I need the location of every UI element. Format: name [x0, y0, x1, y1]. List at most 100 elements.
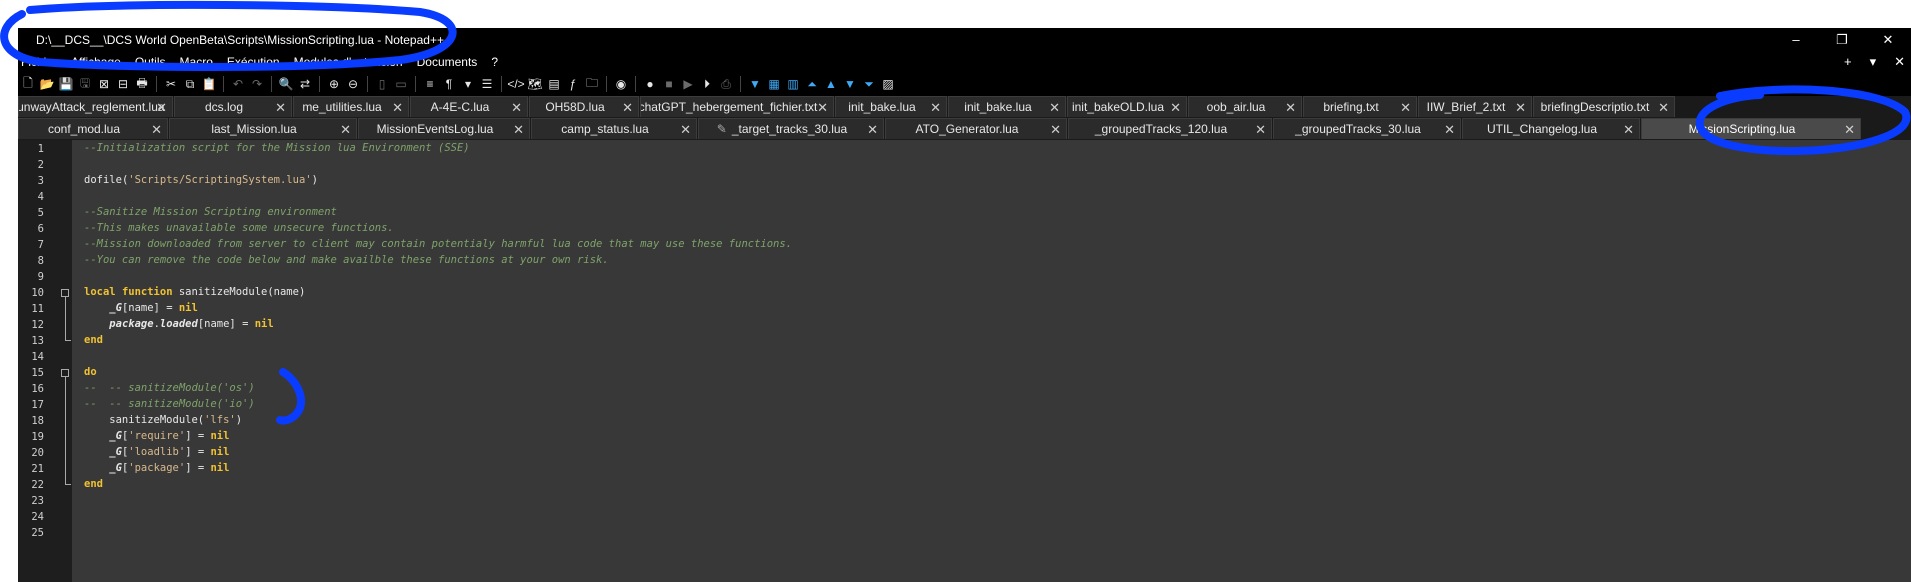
- code-line[interactable]: _G['loadlib'] = nil: [84, 444, 792, 460]
- menu-item[interactable]: Outils: [135, 55, 166, 69]
- minimize-button[interactable]: –: [1773, 28, 1819, 52]
- close-tab-icon[interactable]: ✕: [513, 122, 524, 138]
- file-tab[interactable]: chatGPT_hebergement_fichier.txt ✕: [640, 96, 834, 117]
- doc-list-icon[interactable]: ▤: [546, 76, 562, 92]
- file-tab[interactable]: A-4E-C.lua ✕: [410, 96, 528, 117]
- paste-icon[interactable]: 📋: [201, 76, 217, 92]
- close-tab-icon[interactable]: ✕: [151, 122, 162, 138]
- code-line[interactable]: --Mission downloaded from server to clie…: [84, 236, 792, 252]
- code-line[interactable]: _G[name] = nil: [84, 300, 792, 316]
- code-line[interactable]: [84, 268, 792, 284]
- undo-icon[interactable]: ↶: [230, 76, 246, 92]
- menu-item[interactable]: Affichage: [71, 55, 121, 69]
- code-line[interactable]: [84, 524, 792, 540]
- print-icon[interactable]: 🖶: [134, 76, 150, 92]
- close-tab-icon[interactable]: ✕: [680, 122, 691, 138]
- close-tab-icon[interactable]: ✕: [275, 100, 286, 116]
- doc-map-icon[interactable]: 🗺: [527, 76, 543, 92]
- record-macro-icon[interactable]: ●: [642, 76, 658, 92]
- code-line[interactable]: [84, 348, 792, 364]
- save-icon[interactable]: 💾: [58, 76, 74, 92]
- code-line[interactable]: [84, 508, 792, 524]
- new-tab-button[interactable]: +: [1844, 54, 1852, 70]
- file-tab[interactable]: IIW_Brief_2.txt ✕: [1418, 96, 1532, 117]
- file-tab[interactable]: ATO_Generator.lua ✕: [885, 118, 1067, 139]
- indent-icon[interactable]: ☰: [479, 76, 495, 92]
- menu-item[interactable]: Fichier: [21, 55, 57, 69]
- close-tab-icon[interactable]: ✕: [622, 100, 633, 116]
- new-file-icon[interactable]: 🗋: [20, 76, 36, 92]
- code-line[interactable]: --Sanitize Mission Scripting environment: [84, 204, 792, 220]
- code-line[interactable]: --Initialization script for the Mission …: [84, 140, 792, 156]
- code-line[interactable]: package.loaded[name] = nil: [84, 316, 792, 332]
- fold-margin[interactable]: [58, 140, 72, 582]
- last-diff-icon[interactable]: ⏷: [861, 76, 877, 92]
- tab-list-button[interactable]: ▾: [1870, 54, 1877, 70]
- find-icon[interactable]: 🔍: [278, 76, 294, 92]
- folder-workspace-icon[interactable]: 🗀: [584, 76, 600, 92]
- code-line[interactable]: [84, 492, 792, 508]
- file-tab[interactable]: init_bake.lua ✕: [835, 96, 947, 117]
- file-tab[interactable]: oob_air.lua ✕: [1188, 96, 1302, 117]
- code-line[interactable]: sanitizeModule('lfs'): [84, 412, 792, 428]
- close-doc-button[interactable]: ✕: [1894, 54, 1905, 70]
- file-tab[interactable]: init_bakeOLD.lua ✕: [1067, 96, 1187, 117]
- function-list-icon[interactable]: ƒ: [565, 76, 581, 92]
- close-file-icon[interactable]: ⊠: [96, 76, 112, 92]
- menu-item[interactable]: Documents: [417, 55, 478, 69]
- bookmark-icon[interactable]: ▼: [747, 76, 763, 92]
- file-tab[interactable]: RunwayAttack_reglement.lua ✕: [18, 96, 173, 117]
- file-tab[interactable]: ✎ _target_tracks_30.lua ✕: [698, 118, 884, 139]
- sync-horizontal-icon[interactable]: ▭: [393, 76, 409, 92]
- show-all-chars-icon[interactable]: ¶: [441, 76, 457, 92]
- close-tab-icon[interactable]: ✕: [1658, 100, 1669, 116]
- stop-macro-icon[interactable]: ■: [661, 76, 677, 92]
- close-tab-icon[interactable]: ✕: [1515, 100, 1526, 116]
- file-tab[interactable]: dcs.log ✕: [174, 96, 292, 117]
- close-tab-icon[interactable]: ✕: [1255, 122, 1266, 138]
- code-area[interactable]: --Initialization script for the Mission …: [84, 140, 792, 540]
- play-macro-icon[interactable]: ▶: [680, 76, 696, 92]
- copy-icon[interactable]: ⧉: [182, 76, 198, 92]
- code-line[interactable]: end: [84, 332, 792, 348]
- close-all-icon[interactable]: ⊟: [115, 76, 131, 92]
- diff-nav-icon[interactable]: ▨: [880, 76, 896, 92]
- file-tab[interactable]: conf_mod.lua ✕: [18, 118, 168, 139]
- close-tab-icon[interactable]: ✕: [1400, 100, 1411, 116]
- menu-item[interactable]: Macro: [180, 55, 213, 69]
- close-tab-icon[interactable]: ✕: [392, 100, 403, 116]
- next-diff-icon[interactable]: ▼: [842, 76, 858, 92]
- word-wrap-icon[interactable]: ≡: [422, 76, 438, 92]
- close-tab-icon[interactable]: ✕: [1050, 122, 1061, 138]
- save-all-icon[interactable]: 🖫: [77, 76, 93, 92]
- fold-toggle-icon[interactable]: [61, 289, 69, 297]
- code-line[interactable]: do: [84, 364, 792, 380]
- code-line[interactable]: local function sanitizeModule(name): [84, 284, 792, 300]
- file-tab[interactable]: me_utilities.lua ✕: [293, 96, 409, 117]
- monitoring-icon[interactable]: ◉: [613, 76, 629, 92]
- file-tab[interactable]: last_Mission.lua ✕: [169, 118, 357, 139]
- code-line[interactable]: [84, 156, 792, 172]
- prev-diff-icon[interactable]: ▲: [823, 76, 839, 92]
- file-tab[interactable]: _groupedTracks_120.lua ✕: [1068, 118, 1272, 139]
- close-tab-icon[interactable]: ✕: [156, 100, 167, 116]
- replace-icon[interactable]: ⇄: [297, 76, 313, 92]
- close-tab-icon[interactable]: ✕: [1444, 122, 1455, 138]
- file-tab[interactable]: MissionScripting.lua ✕: [1641, 118, 1861, 139]
- file-tab[interactable]: UTIL_Changelog.lua ✕: [1462, 118, 1640, 139]
- sync-vertical-icon[interactable]: ▯: [374, 76, 390, 92]
- open-file-icon[interactable]: 📂: [39, 76, 55, 92]
- first-diff-icon[interactable]: ⏶: [804, 76, 820, 92]
- redo-icon[interactable]: ↷: [249, 76, 265, 92]
- file-tab[interactable]: briefing.txt ✕: [1303, 96, 1417, 117]
- close-tab-icon[interactable]: ✕: [511, 100, 522, 116]
- fold-toggle-icon[interactable]: [61, 369, 69, 377]
- save-macro-icon[interactable]: ⎙: [718, 76, 734, 92]
- code-line[interactable]: dofile('Scripts/ScriptingSystem.lua'): [84, 172, 792, 188]
- file-tab[interactable]: _groupedTracks_30.lua ✕: [1273, 118, 1461, 139]
- close-tab-icon[interactable]: ✕: [1049, 100, 1060, 116]
- xml-tag-icon[interactable]: </>: [507, 76, 524, 92]
- zoom-in-icon[interactable]: ⊕: [326, 76, 342, 92]
- close-tab-icon[interactable]: ✕: [817, 100, 828, 116]
- close-tab-icon[interactable]: ✕: [867, 122, 878, 138]
